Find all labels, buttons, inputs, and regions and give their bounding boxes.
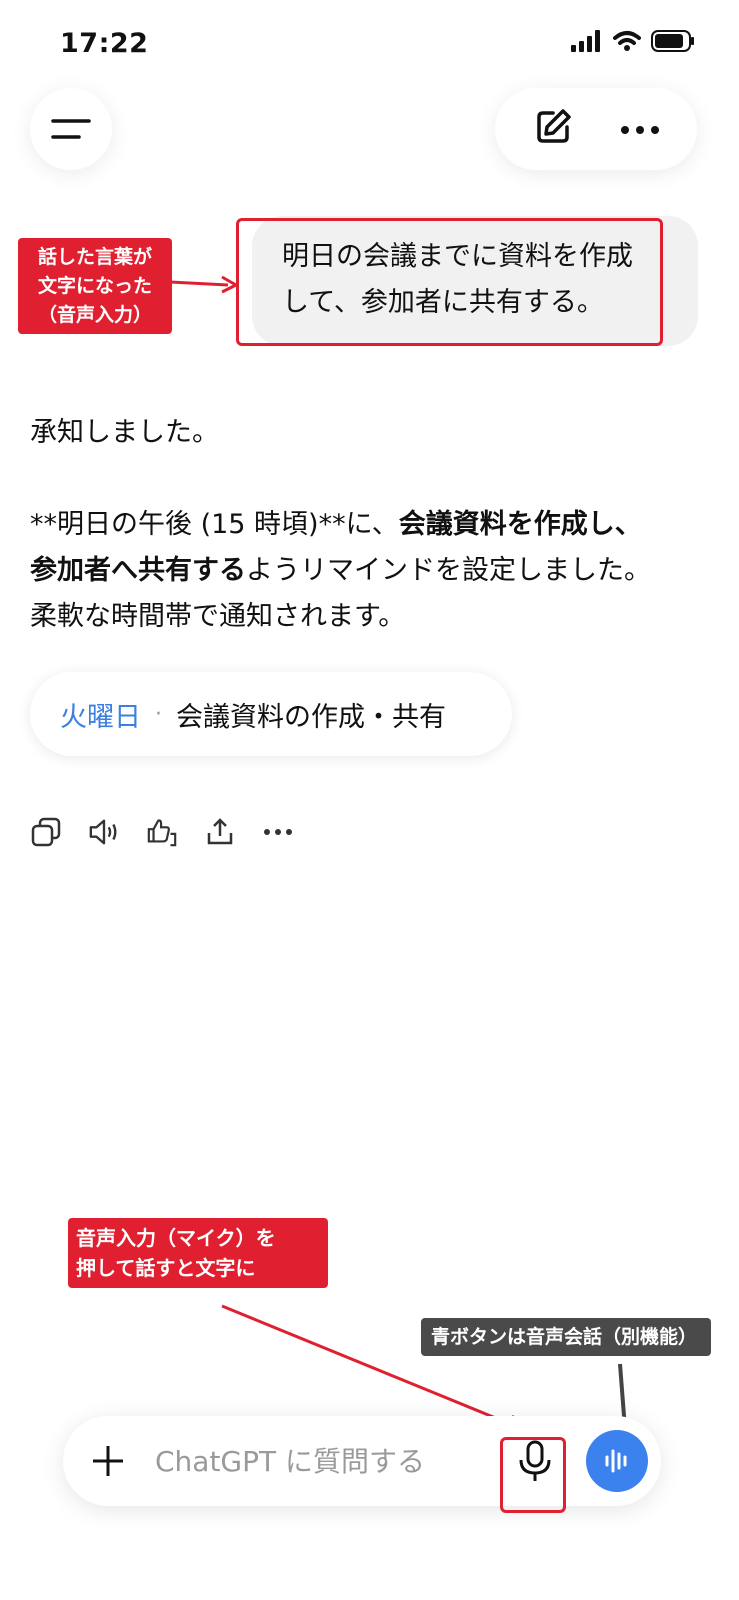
new-chat-icon (536, 109, 571, 143)
assistant-line2: 参加者へ共有するようリマインドを設定しました。 (30, 548, 720, 594)
assistant-ack: 承知しました。 (30, 417, 219, 448)
thumbs-icon (147, 819, 177, 847)
assistant-paragraph: **明日の午後 (15 時頃)**に、会議資料を作成し、 参加者へ共有するようリ… (30, 502, 720, 640)
signal-icon (571, 30, 600, 52)
reminder-chip[interactable]: 火曜日 · 会議資料の作成・共有 (30, 672, 512, 756)
voice-annotation-label: 青ボタンは音声会話（別機能） (421, 1318, 711, 1356)
status-icons (571, 30, 695, 52)
more-icon (620, 125, 659, 134)
assistant-rest: ようリマインドを設定しました。 (246, 555, 651, 586)
speech-annotation-label: 話した言葉が 文字になった （音声入力） (18, 238, 172, 334)
assistant-bold2: 参加者へ共有する (30, 555, 246, 586)
message-input[interactable]: ChatGPT に質問する (155, 1440, 425, 1480)
read-aloud-button[interactable] (88, 812, 120, 852)
mic-annotation-label: 音声入力（マイク）を 押して話すと文字に (68, 1218, 328, 1288)
copy-button[interactable] (30, 812, 62, 852)
mic-label-line1: 音声入力（マイク）を (76, 1226, 276, 1250)
share-icon (207, 818, 233, 845)
user-message-highlight (236, 218, 663, 346)
assistant-line1: **明日の午後 (15 時頃)**に、会議資料を作成し、 (30, 502, 720, 548)
speaker-icon (89, 819, 117, 845)
speech-annotation-arrow (170, 275, 240, 294)
assistant-prefix: **明日の午後 (15 時頃)**に、 (30, 509, 399, 540)
header-actions (495, 88, 697, 170)
reminder-title: 会議資料の作成・共有 (176, 701, 446, 733)
menu-icon (51, 119, 91, 139)
reminder-separator: · (155, 701, 162, 727)
new-chat-button[interactable] (533, 107, 573, 151)
status-time: 17:22 (60, 28, 149, 59)
more-icon (264, 829, 292, 835)
reminder-day: 火曜日 (60, 701, 141, 733)
share-button[interactable] (204, 812, 236, 852)
mic-label-line2: 押して話すと文字に (76, 1256, 256, 1280)
speech-label-line2: 文字になった (37, 275, 152, 297)
menu-button[interactable] (30, 88, 112, 170)
speech-label-line1: 話した言葉が (37, 246, 152, 268)
plus-icon (93, 1446, 123, 1476)
wifi-icon (613, 31, 641, 51)
mic-highlight (500, 1437, 566, 1513)
assistant-line3: 柔軟な時間帯で通知されます。 (30, 601, 406, 632)
message-actions (30, 812, 294, 852)
feedback-button[interactable] (146, 812, 178, 852)
battery-icon (651, 30, 694, 52)
voice-wave-icon (605, 1449, 627, 1473)
attach-button[interactable] (86, 1436, 130, 1486)
assistant-bold1: 会議資料を作成し、 (398, 509, 642, 540)
more-actions-button[interactable] (262, 812, 294, 852)
speech-label-line3: （音声入力） (37, 304, 152, 326)
more-button[interactable] (620, 120, 660, 139)
copy-icon (31, 817, 61, 847)
voice-mode-button[interactable] (586, 1430, 648, 1492)
